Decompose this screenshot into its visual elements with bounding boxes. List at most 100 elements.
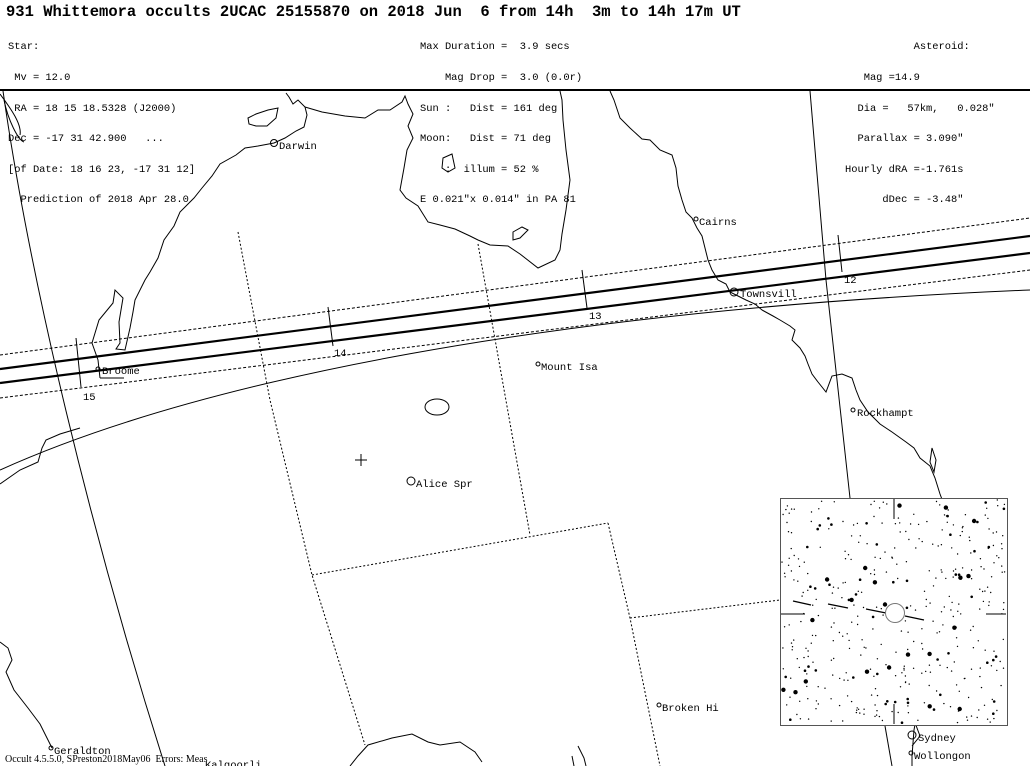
star-dot [988, 601, 990, 603]
star-dot [970, 578, 973, 580]
star-dot [837, 587, 839, 589]
star-dot [905, 652, 911, 657]
city-marker-broken-hill [656, 702, 662, 708]
star-dot [921, 672, 923, 674]
asteroid-info-line: Mag =14.9 [863, 72, 995, 84]
star-dot [928, 664, 931, 666]
star-dot [894, 547, 896, 549]
star-dot [791, 646, 794, 648]
star-dot [979, 558, 982, 560]
star-dot [893, 700, 897, 704]
star-dot [925, 598, 927, 601]
star-dot [923, 702, 926, 704]
star-dot [977, 640, 979, 642]
asteroid-track-segment [904, 615, 925, 621]
star-dot [785, 508, 787, 511]
star-dot [820, 500, 823, 502]
asteroid-track-segment [865, 608, 887, 614]
star-info-line: Mv = 12.0 [8, 72, 71, 84]
place-label-broome: Broome [102, 366, 140, 378]
star-dot [970, 595, 973, 599]
star-dot [936, 658, 939, 661]
star-dot [849, 597, 854, 603]
star-dot [900, 630, 903, 632]
star-info-line: Star: [8, 41, 40, 54]
star-dot [814, 669, 818, 672]
star-dot [858, 578, 862, 581]
star-dot [952, 625, 957, 630]
star-dot [979, 588, 981, 590]
star-dot [786, 505, 789, 507]
star-dot [921, 648, 924, 650]
star-dot [857, 708, 860, 710]
star-dot [793, 579, 795, 581]
star-dot [956, 645, 959, 648]
star-dot [932, 708, 936, 711]
star-dot [866, 543, 868, 545]
time-tick-label: 14 [334, 348, 347, 360]
path-error-limit-north [0, 217, 1030, 356]
star-dot [908, 538, 910, 541]
star-dot [803, 679, 808, 684]
star-dot [793, 690, 798, 695]
star-dot [972, 625, 974, 628]
star-dot [847, 554, 850, 556]
star-dot [806, 545, 809, 549]
star-dot [850, 558, 852, 561]
star-dot [781, 561, 783, 563]
star-dot [986, 718, 989, 720]
star-dot [817, 703, 819, 705]
star-dot [980, 686, 983, 689]
star-dot [921, 540, 923, 543]
star-dot [824, 687, 826, 689]
star-dot [830, 698, 832, 700]
star-dot [859, 712, 861, 714]
star-dot [793, 508, 795, 510]
star-dot [1001, 565, 1003, 567]
star-dot [882, 501, 884, 503]
star-dot [943, 505, 949, 510]
star-dot [992, 658, 995, 662]
star-dot [819, 546, 821, 548]
star-dot [830, 720, 832, 722]
star-dot [1002, 638, 1004, 641]
error-ellipse-marker [424, 398, 450, 416]
star-dot [832, 674, 834, 676]
star-dot [992, 712, 995, 715]
star-dot [986, 661, 989, 664]
star-dot [966, 573, 971, 579]
star-dot [1000, 684, 1002, 687]
star-dot [818, 508, 820, 510]
star-dot [929, 671, 932, 673]
star-dot [809, 585, 812, 588]
star-dot [905, 530, 907, 533]
star-dot [909, 523, 912, 525]
star-dot [969, 629, 972, 631]
star-dot [907, 648, 909, 651]
star-dot [786, 521, 788, 524]
star-dot [869, 668, 872, 670]
star-dot [851, 621, 853, 623]
star-dot [926, 520, 928, 523]
star-dot [856, 707, 858, 709]
star-dot [932, 585, 935, 587]
star-dot [950, 670, 953, 672]
star-dot [833, 622, 835, 624]
star-dot [1002, 608, 1005, 611]
star-dot [967, 696, 970, 699]
star-dot [976, 716, 978, 719]
star-dot [962, 525, 964, 528]
star-dot [790, 547, 792, 550]
star-dot [844, 550, 846, 552]
star-dot [870, 694, 873, 696]
star-dot [932, 620, 934, 622]
star-dot [873, 500, 875, 502]
star-dot [886, 700, 889, 703]
star-dot [807, 698, 809, 700]
star-dot [905, 606, 909, 610]
star-dot [800, 620, 802, 623]
star-dot [874, 556, 876, 558]
star-dot [972, 647, 975, 649]
star-dot [841, 597, 843, 599]
star-dot [992, 700, 996, 703]
